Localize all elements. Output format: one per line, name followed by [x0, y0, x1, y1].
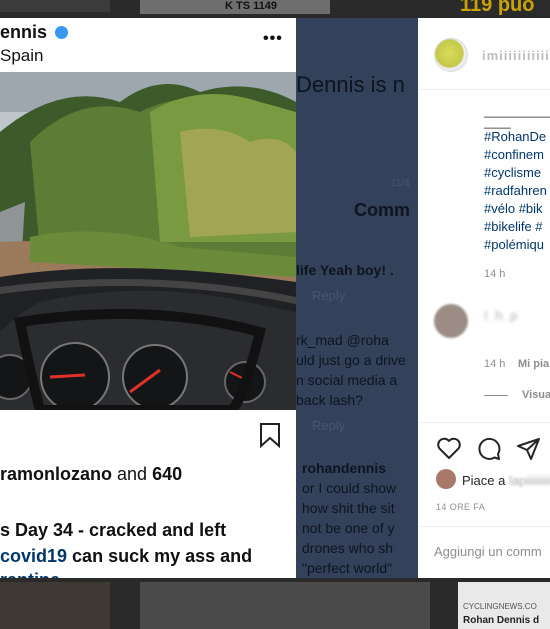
screenshot-liked-by: ramonlozano and 640	[0, 464, 183, 484]
hashtag-link[interactable]: #vélo #bik	[484, 201, 543, 216]
share-icon[interactable]	[516, 436, 542, 462]
screenshot-post-header: ennis Spain •••	[0, 18, 296, 72]
hashtag-link[interactable]: #RohanDe	[484, 129, 546, 144]
comment-timestamp[interactable]: 14 h	[484, 358, 505, 370]
screenshot-date: 11/4	[391, 178, 410, 189]
post-image[interactable]: ennis Spain ••• ramonlozano and 640 s Da…	[0, 18, 418, 578]
comment-icon[interactable]	[476, 436, 502, 462]
caption-divider: ____	[484, 115, 511, 129]
screenshot-comment: not be one of y	[302, 520, 395, 536]
hashtag-link[interactable]: #cyclisme	[484, 165, 541, 180]
screenshot-tab: Comm	[354, 200, 411, 220]
dashboard-road-photo	[0, 72, 296, 410]
screenshot-caption-line: s Day 34 - cracked and left	[0, 520, 227, 540]
feed-thumbnail[interactable]	[0, 582, 110, 629]
screenshot-comment: rk_mad @roha	[296, 332, 389, 348]
more-options-icon: •••	[263, 30, 283, 47]
replies-divider	[484, 394, 508, 396]
screenshot-username: ennis	[0, 22, 48, 42]
post-header: imiiiiiiiiiiiiii	[418, 18, 550, 90]
screenshot-comment: "perfect world"	[302, 560, 393, 576]
screenshot-comment: uld just go a drive	[296, 352, 406, 368]
post-details-panel: imiiiiiiiiiiiiii ________________ ____ #…	[418, 18, 550, 578]
hashtag-link[interactable]: #polémiqu	[484, 237, 544, 252]
avatar[interactable]	[436, 469, 456, 489]
feed-headline: Rohan Dennis d	[463, 615, 540, 626]
feed-thumbnail-text: 119 puo	[460, 0, 535, 16]
screenshot-comment: how shit the sit	[302, 500, 395, 516]
add-comment-input[interactable]: Aggiungi un comm	[434, 544, 542, 559]
comment-like-link[interactable]: Mi pia	[518, 358, 549, 370]
screenshot-reply: Reply	[312, 288, 346, 303]
screenshot-caption-line: covid19 can suck my ass and	[0, 546, 253, 566]
feed-thumbnail-text: K TS 1149	[225, 0, 277, 12]
screenshot-comment: n social media a	[296, 372, 398, 388]
screenshot-comments-overlay: Dennis is n 11/4 Comm life Yeah boy! . R…	[296, 18, 418, 578]
post-date[interactable]: 14 ORE FA	[436, 502, 485, 512]
screenshot-comment: life Yeah boy! .	[296, 262, 394, 278]
feed-source-label: CYCLINGNEWS.CO	[463, 602, 537, 611]
screenshot-comment: rohandennis	[302, 460, 387, 476]
photo-illustration	[0, 72, 296, 410]
actions-divider	[418, 422, 550, 423]
screenshot-location: Spain	[0, 46, 44, 65]
post-author-username[interactable]: imiiiiiiiiiiiiii	[482, 48, 550, 63]
screenshot-caption-line: rantine	[0, 570, 60, 578]
screenshot-comment: back lash?	[296, 392, 363, 408]
feed-thumbnail[interactable]	[0, 0, 110, 12]
hashtag-link[interactable]: #confinem	[484, 147, 544, 162]
screenshot-comment: drones who sh	[302, 540, 394, 556]
comment-username[interactable]: l_h_p	[484, 308, 518, 323]
hashtag-link[interactable]: #bikelife #	[484, 219, 543, 234]
feed-thumbnail[interactable]	[140, 582, 430, 629]
hashtag-link[interactable]: #radfahren	[484, 183, 547, 198]
bookmark-icon	[260, 423, 280, 448]
screenshot-reply: Reply	[312, 418, 346, 433]
screenshot-post-card: ennis Spain ••• ramonlozano and 640 s Da…	[0, 18, 296, 578]
view-replies-link[interactable]: Visua	[484, 389, 550, 401]
caption-timestamp[interactable]: 14 h	[484, 268, 505, 280]
avatar[interactable]	[434, 304, 468, 338]
avatar[interactable]	[434, 38, 468, 72]
screenshot-heading: Dennis is n	[296, 72, 405, 97]
heart-icon[interactable]	[436, 436, 462, 460]
screenshot-comment: or I could show	[302, 480, 397, 496]
likes-summary[interactable]: Piace a lapiiiiiiiii	[462, 473, 550, 488]
verified-badge-icon	[55, 26, 68, 39]
